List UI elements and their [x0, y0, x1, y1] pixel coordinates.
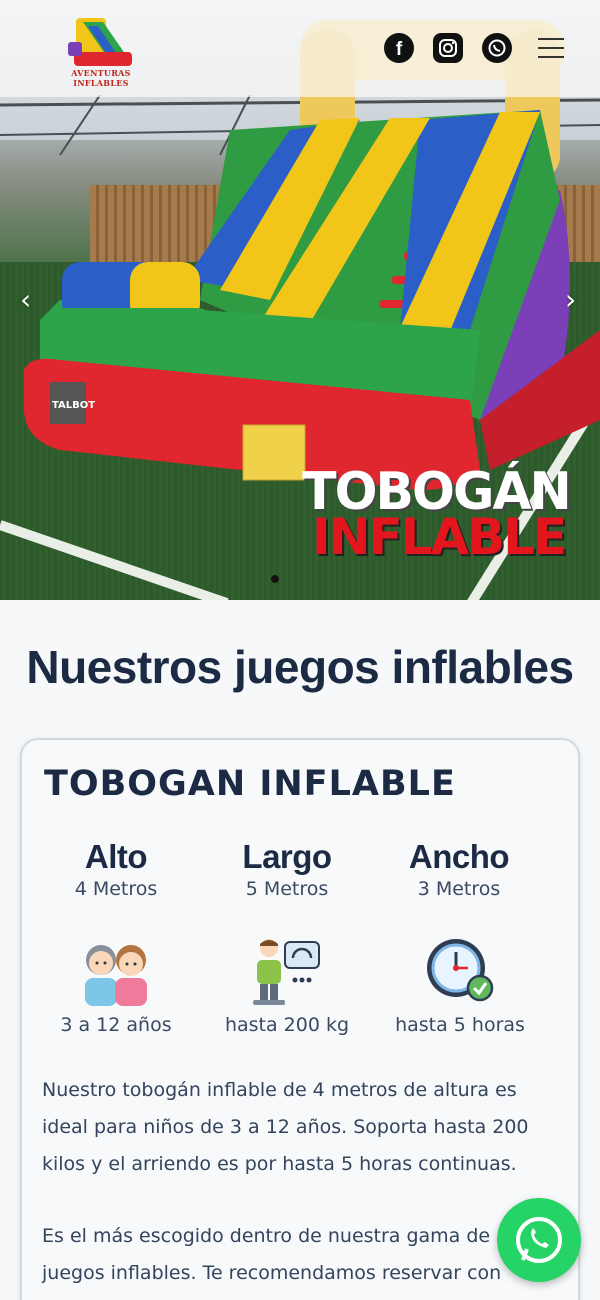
spec-label: Ancho: [408, 838, 510, 875]
spec-value: 5 Metros: [245, 878, 329, 900]
product-card: TOBOGAN INFLABLE Alto 4 Metros Largo 5 M…: [20, 738, 580, 1300]
feature-time-text: hasta 5 horas: [395, 1014, 525, 1036]
instagram-icon[interactable]: [433, 33, 463, 63]
facebook-icon[interactable]: f: [384, 33, 414, 63]
feature-age-text: 3 a 12 años: [60, 1014, 172, 1036]
spec-ancho: Ancho 3 Metros: [379, 838, 539, 900]
feature-time: hasta 5 horas: [370, 936, 550, 1036]
whatsapp-icon: [516, 1217, 562, 1263]
spec-value: 4 Metros: [74, 878, 158, 900]
svg-text:TALBOT: TALBOT: [52, 400, 95, 411]
weight-scale-icon: [253, 939, 320, 1005]
section-title: Nuestros juegos inflables: [26, 641, 574, 693]
whatsapp-floating-button[interactable]: [497, 1198, 581, 1282]
logo-text: AVENTURAS INFLABLES: [71, 68, 131, 88]
spec-value: 3 Metros: [417, 878, 501, 900]
slide-logo-icon: [68, 18, 132, 66]
hamburger-menu-icon[interactable]: [538, 38, 564, 60]
feature-weight: hasta 200 kg: [197, 936, 377, 1036]
hero-title-line2: INFLABLE: [312, 508, 567, 566]
spec-alto: Alto 4 Metros: [36, 838, 196, 900]
carousel-prev-arrow[interactable]: ‹: [20, 286, 40, 314]
brand-logo[interactable]: AVENTURAS INFLABLES: [38, 12, 158, 88]
hero-carousel[interactable]: TALBOT AVENTURAS INFLABLES f ‹ › TOBOGÁN…: [0, 0, 600, 600]
children-icon: [85, 945, 147, 1006]
carousel-next-arrow[interactable]: ›: [565, 286, 585, 314]
product-description-more: Es el más escogido dentro de nuestra gam…: [42, 1225, 502, 1284]
carousel-dot[interactable]: [271, 575, 279, 583]
product-description: Nuestro tobogán inflable de 4 metros de …: [42, 1079, 529, 1175]
clock-check-icon: [427, 939, 494, 1002]
spec-label: Alto: [84, 838, 148, 875]
spec-label: Largo: [242, 838, 332, 875]
spec-largo: Largo 5 Metros: [207, 838, 367, 900]
feature-age: 3 a 12 años: [26, 936, 206, 1036]
feature-weight-text: hasta 200 kg: [224, 1014, 350, 1036]
product-name: TOBOGAN INFLABLE: [44, 764, 456, 804]
whatsapp-icon[interactable]: [482, 33, 512, 63]
